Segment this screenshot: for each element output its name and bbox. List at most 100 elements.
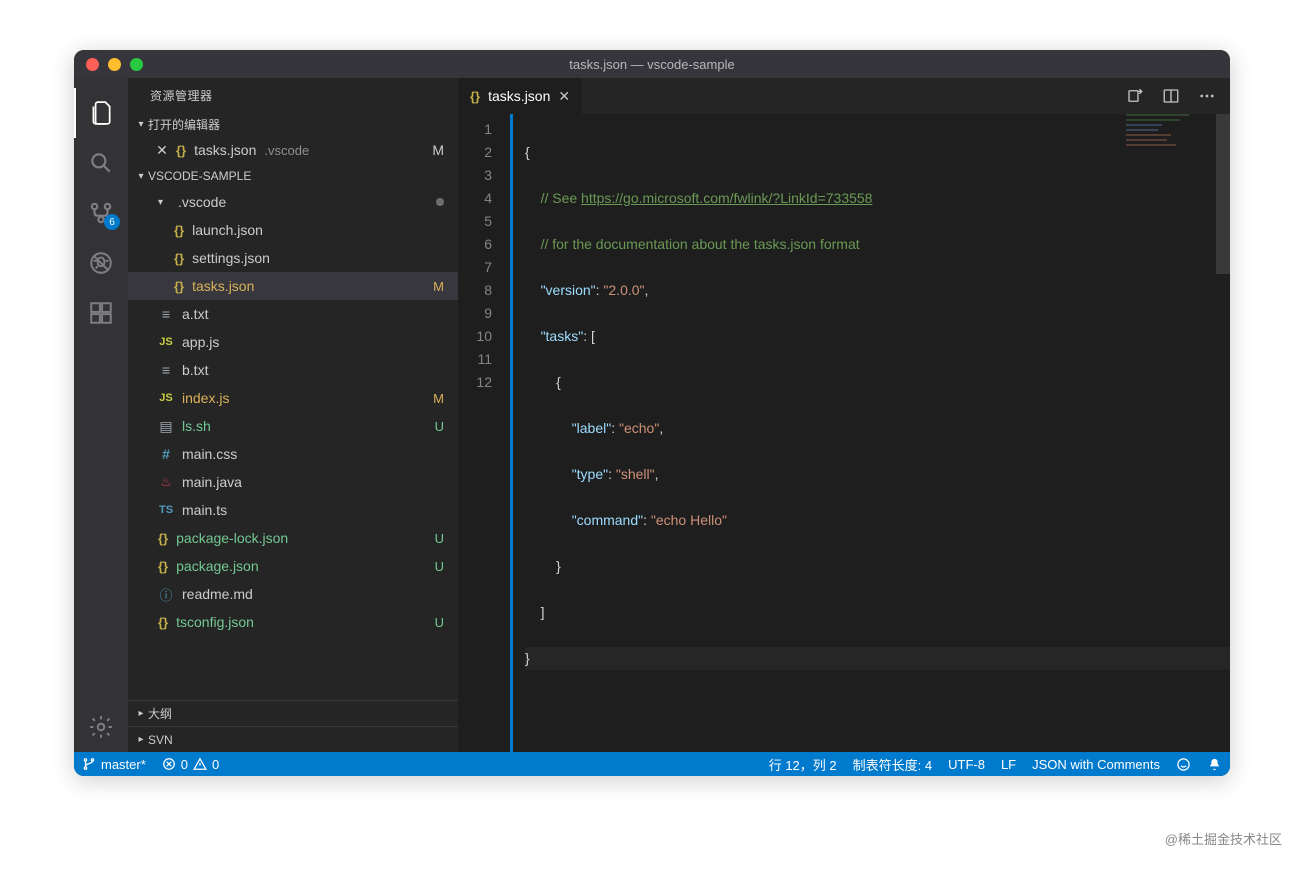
search-activity[interactable]	[74, 138, 128, 188]
git-status: M	[433, 279, 444, 294]
editor-group: {} tasks.json ✕ 123456789101112 { // See…	[458, 78, 1230, 752]
line-numbers: 123456789101112	[458, 114, 510, 752]
open-editors-header[interactable]: ▾ 打开的编辑器	[128, 112, 458, 136]
close-tab-icon[interactable]: ✕	[558, 88, 570, 105]
vertical-scrollbar[interactable]	[1216, 114, 1230, 752]
chevron-right-icon: ▸	[134, 734, 148, 745]
project-header[interactable]: ▾ VSCODE-SAMPLE	[128, 164, 458, 188]
file-row[interactable]: {}settings.json	[128, 244, 458, 272]
minimap[interactable]	[1126, 114, 1216, 214]
line-number: 5	[458, 210, 492, 233]
line-number: 8	[458, 279, 492, 302]
git-branch-status[interactable]: master*	[82, 757, 146, 772]
sh-icon: ▤	[158, 418, 174, 435]
window-title: tasks.json — vscode-sample	[74, 57, 1230, 72]
file-row[interactable]: {}tasks.jsonM	[128, 272, 458, 300]
split-editor-icon[interactable]	[1162, 87, 1180, 105]
explorer-activity[interactable]	[74, 88, 128, 138]
file-row[interactable]: ♨main.java	[128, 468, 458, 496]
no-bug-icon	[88, 250, 114, 276]
json-icon: {}	[158, 615, 168, 630]
gear-icon	[88, 714, 114, 740]
vscode-window: tasks.json — vscode-sample 6	[74, 50, 1230, 776]
file-row[interactable]: {}tsconfig.jsonU	[128, 608, 458, 636]
json-icon: {}	[158, 531, 168, 546]
more-icon[interactable]	[1198, 87, 1216, 105]
statusbar: master* 0 0 行 12，列 2 制表符长度: 4 UTF-8 LF J…	[74, 752, 1230, 776]
js-icon: JS	[158, 392, 174, 404]
file-row[interactable]: ≡b.txt	[128, 356, 458, 384]
debug-activity[interactable]	[74, 238, 128, 288]
text-file-icon: ≡	[158, 306, 174, 322]
files-icon	[88, 100, 114, 126]
file-row[interactable]: {}launch.json	[128, 216, 458, 244]
line-number: 9	[458, 302, 492, 325]
file-row[interactable]: JSapp.js	[128, 328, 458, 356]
titlebar: tasks.json — vscode-sample	[74, 50, 1230, 78]
open-editor-item[interactable]: ✕ {} tasks.json .vscode M	[128, 136, 458, 164]
open-changes-icon[interactable]	[1126, 87, 1144, 105]
chevron-down-icon: ▾	[134, 171, 148, 182]
git-status: U	[435, 559, 444, 574]
editor-tabs: {} tasks.json ✕	[458, 78, 1230, 114]
indentation-status[interactable]: 制表符长度: 4	[853, 755, 932, 774]
file-tree: ▾.vscode{}launch.json{}settings.json{}ta…	[128, 188, 458, 700]
folder-row[interactable]: ▾.vscode	[128, 188, 458, 216]
file-row[interactable]: ⓘreadme.md	[128, 580, 458, 608]
line-number: 6	[458, 233, 492, 256]
code-editor[interactable]: 123456789101112 { // See https://go.micr…	[458, 114, 1230, 752]
json-icon: {}	[174, 279, 184, 294]
file-row[interactable]: ▤ls.shU	[128, 412, 458, 440]
feedback-status[interactable]	[1176, 757, 1191, 772]
language-status[interactable]: JSON with Comments	[1032, 757, 1160, 772]
warning-icon	[193, 757, 207, 771]
smiley-icon	[1176, 757, 1191, 772]
eol-status[interactable]: LF	[1001, 757, 1016, 772]
cursor-position-status[interactable]: 行 12，列 2	[769, 755, 837, 774]
close-icon[interactable]: ✕	[156, 142, 168, 159]
json-icon: {}	[158, 559, 168, 574]
file-row[interactable]: {}package-lock.jsonU	[128, 524, 458, 552]
text-file-icon: ≡	[158, 362, 174, 378]
line-number: 1	[458, 118, 492, 141]
file-row[interactable]: ≡a.txt	[128, 300, 458, 328]
line-number: 2	[458, 141, 492, 164]
watermark: @稀土掘金技术社区	[1165, 829, 1282, 848]
line-number: 10	[458, 325, 492, 348]
scrollbar-thumb[interactable]	[1216, 114, 1230, 274]
svn-header[interactable]: ▸ SVN	[128, 726, 458, 752]
java-icon: ♨	[158, 474, 174, 490]
chevron-right-icon: ▸	[134, 708, 148, 719]
settings-activity[interactable]	[74, 702, 128, 752]
file-row[interactable]: {}package.jsonU	[128, 552, 458, 580]
file-row[interactable]: JSindex.jsM	[128, 384, 458, 412]
git-status: U	[435, 531, 444, 546]
notifications-status[interactable]	[1207, 757, 1222, 772]
editor-tab[interactable]: {} tasks.json ✕	[458, 78, 583, 114]
line-number: 7	[458, 256, 492, 279]
line-number: 11	[458, 348, 492, 371]
ts-icon: TS	[158, 504, 174, 516]
js-icon: JS	[158, 336, 174, 348]
file-row[interactable]: #main.css	[128, 440, 458, 468]
file-row[interactable]: TSmain.ts	[128, 496, 458, 524]
outline-header[interactable]: ▸ 大纲	[128, 700, 458, 726]
source-control-activity[interactable]: 6	[74, 188, 128, 238]
json-icon: {}	[174, 251, 184, 266]
git-status: U	[435, 615, 444, 630]
line-number: 12	[458, 371, 492, 394]
scm-badge: 6	[104, 214, 120, 230]
chevron-down-icon: ▾	[134, 119, 148, 130]
git-status: M	[433, 391, 444, 406]
encoding-status[interactable]: UTF-8	[948, 757, 985, 772]
json-icon: {}	[176, 143, 186, 158]
code-content[interactable]: { // See https://go.microsoft.com/fwlink…	[510, 114, 1230, 752]
bell-icon	[1207, 757, 1222, 772]
extensions-activity[interactable]	[74, 288, 128, 338]
dirty-dot-icon	[436, 198, 444, 206]
explorer-sidebar: 资源管理器 ▾ 打开的编辑器 ✕ {} tasks.json .vscode M…	[128, 78, 458, 752]
problems-status[interactable]: 0 0	[162, 757, 219, 772]
json-icon: {}	[174, 223, 184, 238]
git-status: U	[435, 419, 444, 434]
line-number: 4	[458, 187, 492, 210]
